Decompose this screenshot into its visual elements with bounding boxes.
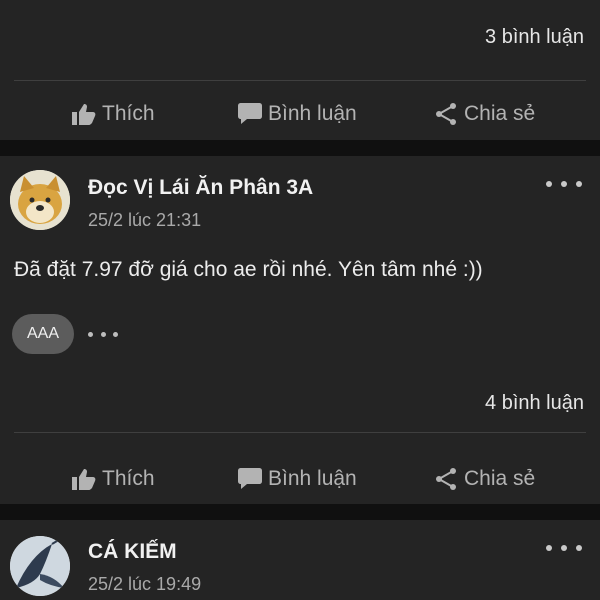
more-dot — [88, 331, 93, 337]
like-button[interactable]: Thích — [72, 459, 155, 499]
post-card-bottom: CÁ KIẾM 25/2 lúc 19:49 — [0, 520, 600, 600]
share-label: Chia sẻ — [464, 102, 536, 125]
post-author[interactable]: CÁ KIẾM — [88, 540, 177, 564]
like-label: Thích — [102, 467, 155, 490]
avatar[interactable] — [10, 170, 70, 230]
reactor-more-button[interactable] — [88, 330, 118, 338]
more-options-button[interactable] — [546, 538, 582, 558]
more-options-button[interactable] — [546, 174, 582, 194]
comment-button[interactable]: Bình luận — [238, 94, 357, 134]
share-button[interactable]: Chia sẻ — [434, 94, 535, 134]
share-button[interactable]: Chia sẻ — [434, 459, 535, 499]
post-text: Đã đặt 7.97 đỡ giá cho ae rồi nhé. Yên t… — [14, 258, 483, 281]
post-card-top: 3 bình luận Thích Bình luận Chia sẻ — [0, 0, 600, 140]
like-label: Thích — [102, 102, 155, 125]
divider — [14, 80, 586, 81]
share-icon — [436, 468, 456, 490]
reactor-chip[interactable]: AAA — [12, 314, 74, 354]
thumbs-up-icon — [72, 104, 96, 125]
comment-label: Bình luận — [268, 467, 357, 490]
more-dot — [546, 545, 552, 551]
more-dot — [576, 545, 582, 551]
avatar[interactable] — [10, 536, 70, 596]
more-dot — [561, 181, 567, 187]
comment-icon — [238, 103, 262, 124]
divider — [14, 432, 586, 433]
post-time[interactable]: 25/2 lúc 21:31 — [88, 210, 201, 231]
post-card-main: Đọc Vị Lái Ăn Phân 3A 25/2 lúc 21:31 Đã … — [0, 156, 600, 504]
comment-icon — [238, 468, 262, 489]
more-dot — [561, 545, 567, 551]
share-icon — [436, 103, 456, 125]
comment-button[interactable]: Bình luận — [238, 459, 357, 499]
post-time[interactable]: 25/2 lúc 19:49 — [88, 574, 201, 595]
more-dot — [113, 331, 118, 337]
more-dot — [576, 181, 582, 187]
thumbs-up-icon — [72, 469, 96, 490]
comment-count[interactable]: 3 bình luận — [485, 26, 584, 49]
swordfish-avatar-image — [10, 536, 70, 596]
action-bar: Thích Bình luận Chia sẻ — [0, 94, 600, 134]
comment-label: Bình luận — [268, 102, 357, 125]
doge-avatar-image — [10, 170, 70, 230]
post-author[interactable]: Đọc Vị Lái Ăn Phân 3A — [88, 176, 313, 200]
like-button[interactable]: Thích — [72, 94, 155, 134]
action-bar: Thích Bình luận Chia sẻ — [0, 459, 600, 499]
more-dot — [546, 181, 552, 187]
more-dot — [100, 331, 106, 337]
comment-count[interactable]: 4 bình luận — [485, 392, 584, 415]
share-label: Chia sẻ — [464, 467, 536, 490]
